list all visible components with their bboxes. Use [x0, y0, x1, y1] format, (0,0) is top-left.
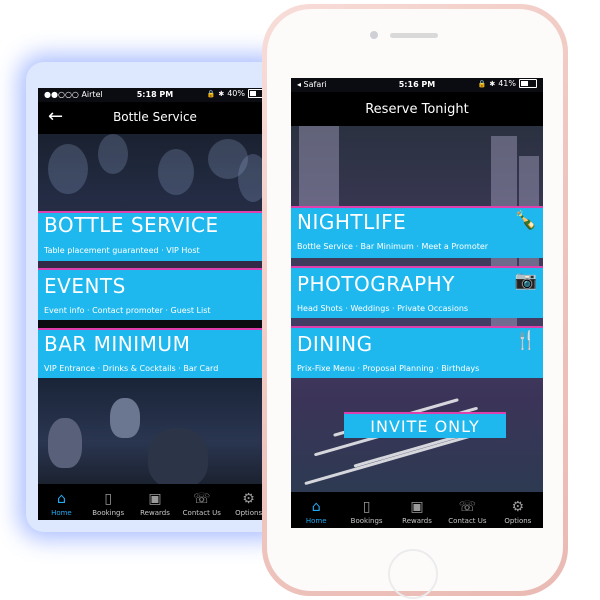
tab-bookings[interactable]: ▯ Bookings	[341, 492, 391, 528]
menu-item-bar-minimum[interactable]: BAR MINIMUM VIP Entrance · Drinks & Cock…	[38, 328, 272, 378]
camera-icon: 📷	[514, 270, 537, 291]
gift-icon: ▣	[148, 491, 162, 507]
status-bar: ◂ Safari 5:16 PM 🔒 ✱ 41%	[291, 78, 543, 92]
home-icon: ⌂	[311, 499, 321, 515]
gear-icon: ⚙	[511, 499, 525, 515]
menu-item-subtitle: Prix-Fixe Menu · Proposal Planning · Bir…	[297, 364, 480, 373]
bookmark-icon: ▯	[104, 491, 113, 507]
right-phone-screen: ◂ Safari 5:16 PM 🔒 ✱ 41% Reserve Tonight…	[291, 78, 543, 528]
menu-item-subtitle: VIP Entrance · Drinks & Cocktails · Bar …	[44, 364, 219, 373]
nav-bar: ← Bottle Service	[38, 102, 272, 134]
battery-percent: 40%	[227, 89, 245, 98]
nav-bar: Reserve Tonight	[291, 92, 543, 126]
menu-item-subtitle: Event info · Contact promoter · Guest Li…	[44, 306, 211, 315]
front-camera	[370, 31, 378, 39]
tab-label: Contact Us	[182, 509, 221, 517]
tab-rewards[interactable]: ▣ Rewards	[392, 492, 442, 528]
tab-rewards[interactable]: ▣ Rewards	[132, 484, 179, 520]
menu-item-subtitle: Table placement guaranteed · VIP Host	[44, 246, 200, 255]
people-photo	[38, 378, 272, 484]
home-icon: ⌂	[56, 491, 66, 507]
tab-bar: ⌂ Home ▯ Bookings ▣ Rewards ☏ Contact Us…	[291, 492, 543, 528]
tab-label: Rewards	[402, 517, 432, 525]
bottle-glass-icon: 🍾	[514, 210, 537, 231]
gear-icon: ⚙	[242, 491, 255, 507]
menu-item-title: NIGHTLIFE	[297, 210, 407, 234]
bluetooth-icon: ✱	[218, 89, 225, 98]
bluetooth-icon: ✱	[489, 79, 496, 88]
menu-item-title: DINING	[297, 332, 373, 356]
tab-bookings[interactable]: ▯ Bookings	[85, 484, 132, 520]
menu-item-title: EVENTS	[44, 274, 126, 298]
tab-label: Contact Us	[448, 517, 487, 525]
bookmark-icon: ▯	[362, 499, 371, 515]
menu-item-dining[interactable]: DINING Prix-Fixe Menu · Proposal Plannin…	[291, 326, 543, 378]
page-title: Reserve Tonight	[365, 102, 469, 117]
tab-home[interactable]: ⌂ Home	[291, 492, 341, 528]
fork-wine-icon: 🍴	[514, 330, 537, 351]
status-bar: ●●○○○ Airtel 5:18 PM 🔒 ✱ 40%	[38, 88, 272, 102]
lock-icon: 🔒	[206, 89, 216, 98]
earpiece-speaker	[390, 33, 438, 38]
phone-icon: ☏	[193, 491, 211, 507]
menu-item-title: PHOTOGRAPHY	[297, 272, 455, 296]
battery-percent: 41%	[498, 79, 516, 88]
menu-item-bottle-service[interactable]: BOTTLE SERVICE Table placement guarantee…	[38, 211, 272, 261]
tab-label: Home	[51, 509, 72, 517]
tab-home[interactable]: ⌂ Home	[38, 484, 85, 520]
menu-item-subtitle: Head Shots · Weddings · Private Occasion…	[297, 304, 469, 313]
tab-label: Home	[305, 517, 327, 525]
menu-item-title: BOTTLE SERVICE	[44, 213, 219, 237]
tab-contact-us[interactable]: ☏ Contact Us	[442, 492, 492, 528]
home-button[interactable]	[388, 549, 438, 599]
tab-contact-us[interactable]: ☏ Contact Us	[178, 484, 225, 520]
tab-label: Bookings	[350, 517, 383, 525]
menu-item-photography[interactable]: PHOTOGRAPHY Head Shots · Weddings · Priv…	[291, 266, 543, 318]
tab-label: Rewards	[140, 509, 170, 517]
page-title: Bottle Service	[113, 110, 197, 124]
tab-bar: ⌂ Home ▯ Bookings ▣ Rewards ☏ Contact Us…	[38, 484, 272, 520]
battery-icon	[519, 79, 537, 88]
invite-only-button[interactable]: INVITE ONLY	[344, 412, 506, 438]
menu-item-nightlife[interactable]: NIGHTLIFE Bottle Service · Bar Minimum ·…	[291, 206, 543, 258]
tab-label: Bookings	[92, 509, 125, 517]
left-phone-screen: ●●○○○ Airtel 5:18 PM 🔒 ✱ 40% ← Bottle Se…	[38, 88, 272, 520]
tab-options[interactable]: ⚙ Options	[493, 492, 543, 528]
menu-item-title: BAR MINIMUM	[44, 332, 191, 356]
menu-item-subtitle: Bottle Service · Bar Minimum · Meet a Pr…	[297, 242, 489, 251]
tab-label: Options	[504, 517, 532, 525]
gift-icon: ▣	[410, 499, 424, 515]
phone-icon: ☏	[458, 499, 477, 515]
tab-label: Options	[235, 509, 263, 517]
menu-item-events[interactable]: EVENTS Event info · Contact promoter · G…	[38, 268, 272, 320]
lock-icon: 🔒	[477, 79, 487, 88]
